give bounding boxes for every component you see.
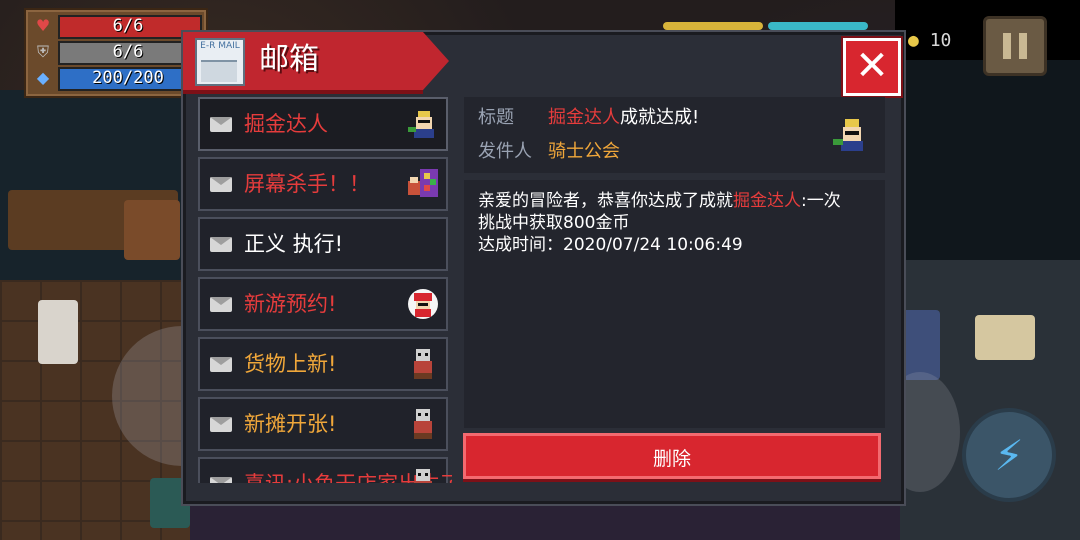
pause-button[interactable] [983,16,1047,76]
sender-avatar [833,119,863,151]
npc-figure [38,300,78,364]
player-stats-panel: ♥ 6/6 ⛨ 6/6 ◆ 200/200 [24,8,208,98]
mail-item-label: 正义 执行! [244,232,344,256]
sender-avatar-icon [406,347,440,381]
mail-item-label: 掘金达人 [244,112,328,136]
close-button[interactable]: ✕ [843,38,901,96]
mail-item-label: 屏幕杀手！！ [244,172,370,196]
sender-value: 骑士公会 [548,141,620,162]
lightning-icon: ⚡ [994,430,1024,480]
mailbox-icon: E-R MAIL [195,38,245,86]
dialog-title: 邮箱 [259,42,319,77]
mail-list[interactable]: 掘金达人屏幕杀手！！ 正义 执行! 新游预约! 货物上新! 新摊开张! 喜讯:小鱼干店家出… [198,97,452,483]
mail-body: 亲爱的冒险者，恭喜你达成了成就掘金达人:一次 挑战中获取800金币 达成时间：2… [464,180,885,428]
mailbox-dialog: E-R MAIL 邮箱 ✕ 掘金达人屏幕杀手！！ 正义 执行! 新游预约! 货物上新!… [183,32,904,504]
gold-counter: ● 10 [908,30,951,51]
mail-list-item[interactable]: 屏幕杀手！！ [198,157,448,211]
sender-avatar-icon [406,467,440,483]
shield-icon: ⛨ [36,42,49,61]
painting-right [975,315,1035,360]
skill-button[interactable]: ⚡ [962,408,1056,502]
energy-value: 200/200 [92,68,164,88]
title-banner: E-R MAIL 邮箱 [183,32,453,94]
bg-floor-bottom [190,500,900,540]
npc-right [900,310,940,380]
mail-item-label: 新游预约! [244,292,337,316]
sender-avatar-icon [406,107,440,141]
top-decor-yellow [663,22,763,30]
armor-row: ⛨ 6/6 [34,41,202,65]
envelope-icon [210,357,232,372]
sender-avatar-icon [406,287,440,321]
envelope-icon [210,177,232,192]
coin-icon: ● [908,30,919,51]
sender-label: 发件人 [478,141,532,162]
mail-list-item[interactable]: 掘金达人 [198,97,448,151]
mail-item-label: 新摊开张! [244,412,337,436]
mail-list-item[interactable]: 喜讯:小鱼干店家出生了 [198,457,452,483]
armor-value: 6/6 [112,42,144,62]
envelope-icon [210,117,232,132]
mail-list-item[interactable]: 货物上新! [198,337,448,391]
sender-avatar-icon [406,167,440,201]
mail-list-item[interactable]: 新游预约! [198,277,448,331]
mail-body-text: 亲爱的冒险者，恭喜你达成了成就掘金达人:一次 挑战中获取800金币 达成时间：2… [478,191,841,255]
bg-wall-right [895,60,1080,260]
hp-row: ♥ 6/6 [34,15,202,39]
pause-icon [1003,33,1011,59]
mail-header: 标题 掘金达人成就达成! 发件人 骑士公会 [464,97,885,173]
envelope-icon [210,477,232,483]
subject-label: 标题 [478,107,514,128]
mail-list-item[interactable]: 新摊开张! [198,397,448,451]
delete-button[interactable]: 删除 [463,433,881,479]
envelope-icon [210,297,232,312]
gold-value: 10 [929,30,952,51]
energy-row: ◆ 200/200 [34,67,202,91]
energy-crystal-icon: ◆ [36,68,50,87]
hp-value: 6/6 [112,16,144,36]
mail-item-label: 货物上新! [244,352,337,376]
mail-list-item[interactable]: 正义 执行! [198,217,448,271]
sender-avatar-icon [406,407,440,441]
envelope-icon [210,417,232,432]
heart-icon: ♥ [35,16,51,35]
npc-hat [124,200,180,260]
subject-value: 掘金达人成就达成! [548,107,700,128]
top-decor-cyan [768,22,868,30]
envelope-icon [210,237,232,252]
